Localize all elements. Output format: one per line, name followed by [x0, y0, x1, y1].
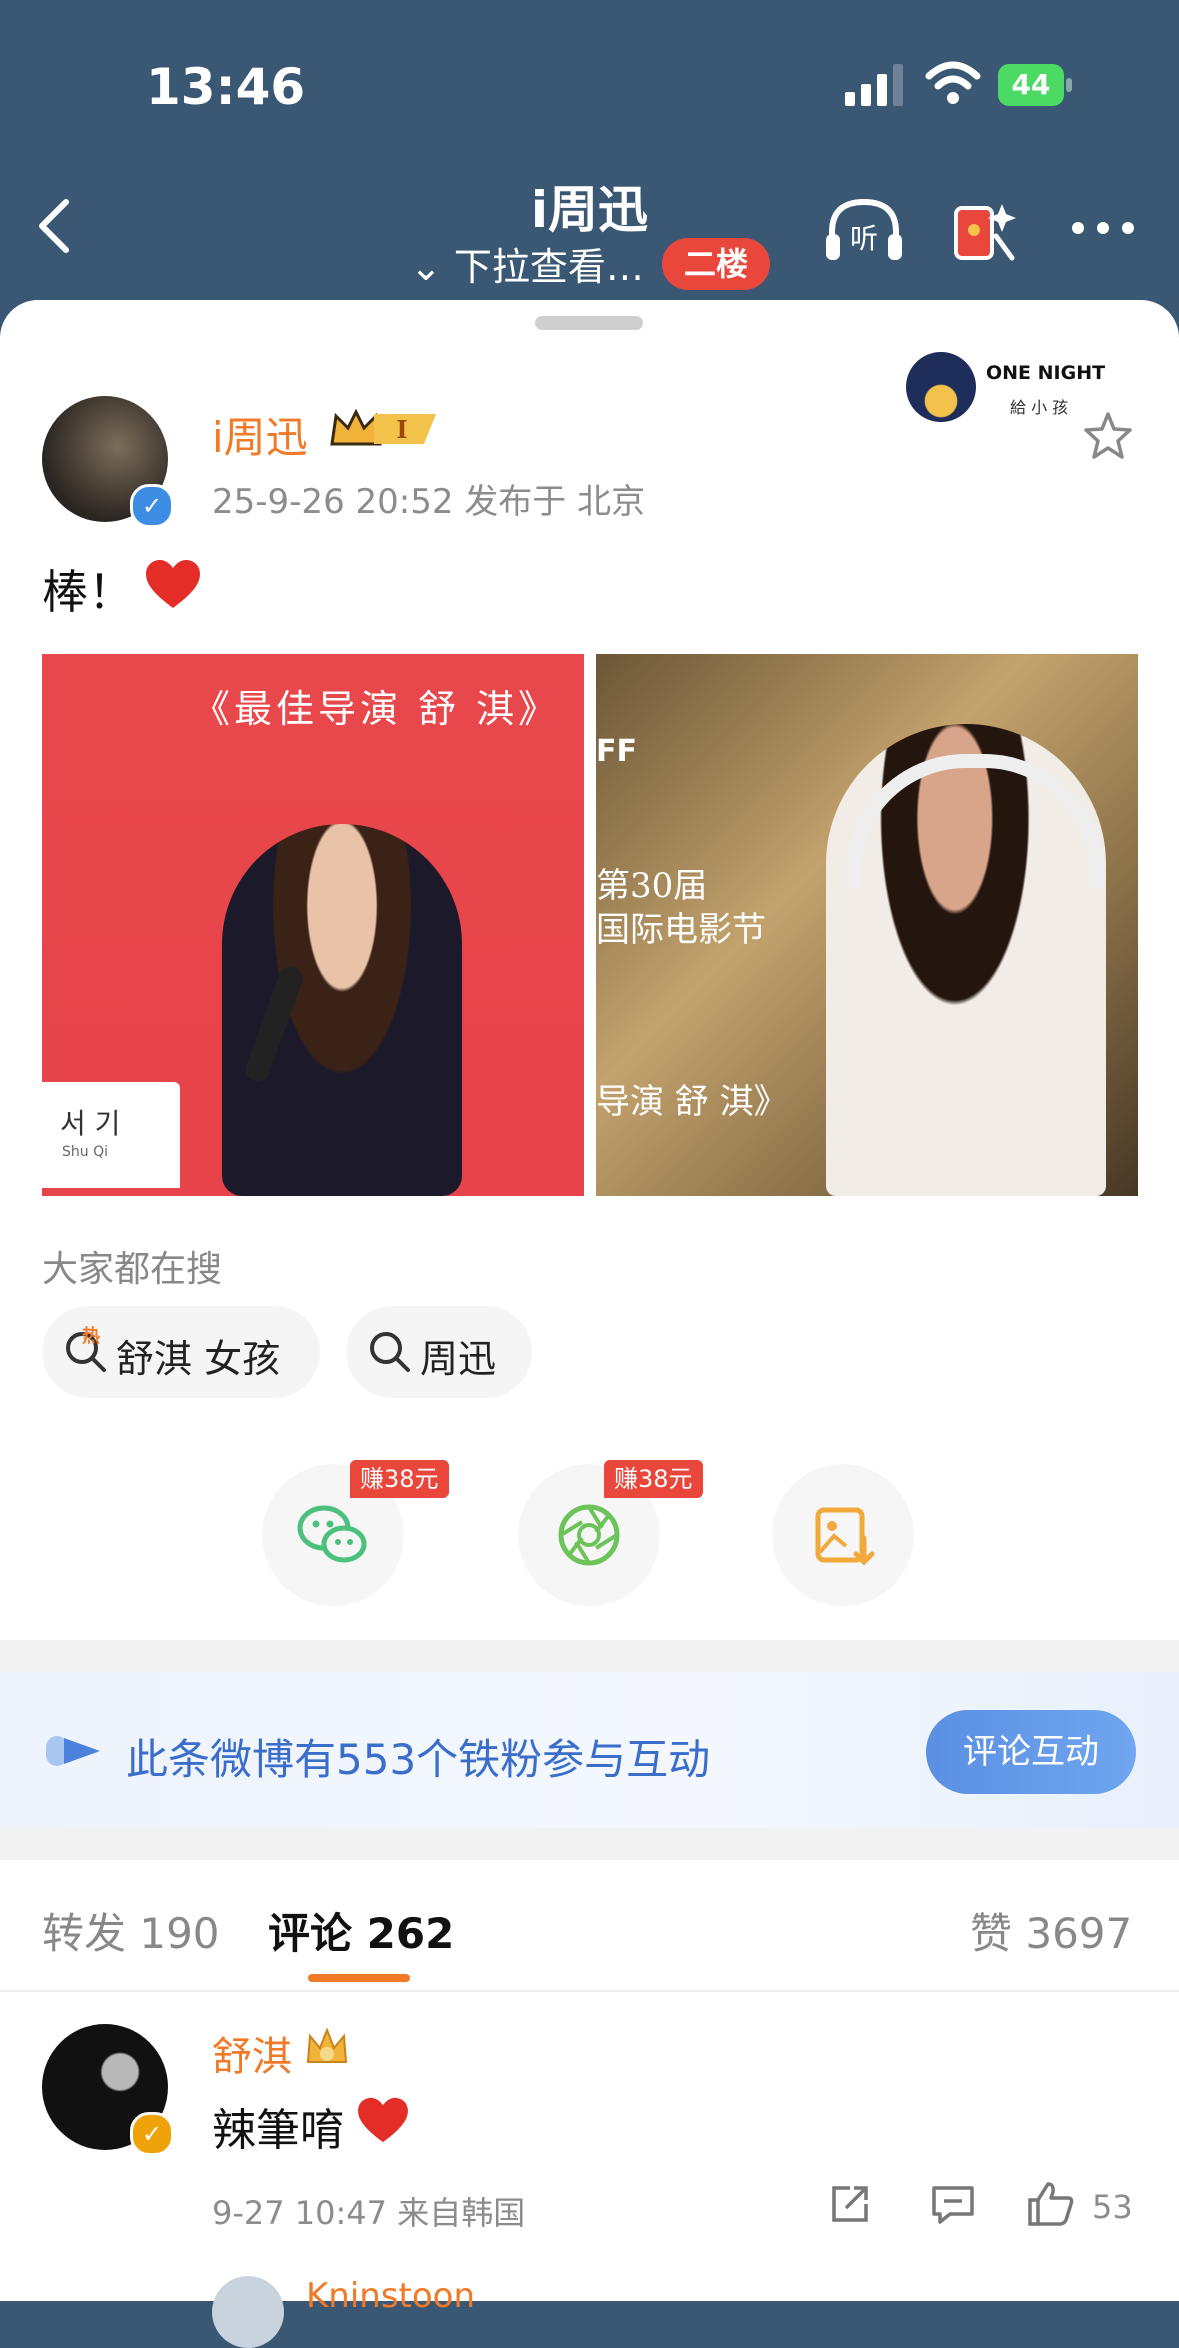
festival-logo: FF [596, 734, 637, 769]
comment-text: 辣筆唷 [212, 2105, 344, 2156]
comment-like-count: 53 [1092, 2188, 1133, 2226]
section-divider [0, 1828, 1179, 1860]
verified-icon: ✓ [130, 2112, 174, 2156]
status-bar: 13:46 44 [0, 0, 1179, 170]
post-text: 棒！ [42, 565, 134, 619]
commenter-name[interactable]: 舒淇 [212, 2024, 292, 2082]
photo-2-caption: 第30届 国际电影节 [596, 866, 766, 950]
next-commenter-name[interactable]: Kninstoon [306, 2276, 475, 2316]
section-divider [0, 1640, 1179, 1672]
drag-handle[interactable] [535, 316, 643, 330]
comment-interact-button[interactable]: 评论互动 [926, 1710, 1136, 1794]
wechat-icon [297, 1505, 367, 1563]
author-name[interactable]: i周迅 [212, 404, 308, 465]
pull-down-label: 下拉查看… [453, 245, 644, 289]
battery-tip [1066, 78, 1072, 92]
battery-level: 44 [998, 64, 1064, 106]
hot-tag: 热 [82, 1326, 100, 1347]
comment-meta: 9-27 10:47 来自韩国 [212, 2194, 526, 2232]
search-chip-label: 周迅 [420, 1337, 497, 1381]
tab-repost[interactable]: 转发 190 [42, 1900, 220, 1961]
wifi-icon [925, 61, 981, 104]
save-image-icon [815, 1507, 875, 1566]
battery-icon: 44 [998, 64, 1074, 106]
heart-emoji-icon [358, 2097, 408, 2143]
vip-crown-badge-icon[interactable]: I [328, 404, 444, 452]
photo-1-caption: 《最佳导演 舒 淇》 [192, 687, 561, 731]
heart-emoji-icon [146, 560, 200, 608]
tab-comment[interactable]: 评论 262 [268, 1900, 454, 1961]
status-time: 13:46 [146, 58, 306, 116]
nameplate: 서 기 Shu Qi [42, 1082, 180, 1188]
nameplate-text: 서 기 [60, 1107, 121, 1140]
verified-icon: ✓ [130, 484, 174, 528]
vip-level: I [396, 415, 407, 444]
nameplate-subtext: Shu Qi [62, 1144, 108, 1160]
fans-play-icon [46, 1736, 100, 1766]
fans-banner-text: 此条微博有553个铁粉参与互动 [126, 1735, 711, 1784]
photo-2-caption-bottom: 导演 舒 淇》 [596, 1082, 788, 1122]
svg-text:听: 听 [850, 222, 878, 255]
reply-icon[interactable] [930, 2184, 976, 2226]
headphones-listen-icon[interactable]: 听 [822, 196, 906, 262]
photo-1-person [222, 824, 462, 1196]
ad-logo[interactable] [906, 352, 976, 422]
star-favorite-icon[interactable] [1082, 410, 1134, 462]
crown-icon [306, 2027, 348, 2063]
second-floor-badge[interactable]: 二楼 [662, 238, 770, 290]
ad-title[interactable]: ONE NIGHT [986, 362, 1105, 384]
post-meta: 25-9-26 20:52 发布于 北京 [212, 482, 646, 522]
earn-badge: 赚38元 [350, 1460, 449, 1498]
save-image-button[interactable] [772, 1464, 914, 1606]
signal-icon [845, 64, 903, 106]
pull-down-hint[interactable]: ⌄ 下拉查看… [410, 236, 644, 291]
post-photo-2[interactable]: FF 第30届 国际电影节 导演 舒 淇》 [596, 654, 1138, 1196]
more-icon[interactable] [1068, 218, 1138, 238]
post-photo-1[interactable]: 《最佳导演 舒 淇》 서 기 Shu Qi [42, 654, 584, 1196]
thumbs-up-icon[interactable] [1026, 2180, 1076, 2228]
search-chip-label: 舒淇 女孩 [116, 1337, 281, 1381]
search-section-label: 大家都在搜 [42, 1249, 223, 1290]
search-chip[interactable]: 周迅 [346, 1306, 532, 1398]
search-chip[interactable]: 热 舒淇 女孩 [42, 1306, 320, 1398]
tab-like[interactable]: 赞 3697 [970, 1900, 1132, 1961]
share-icon[interactable] [828, 2182, 872, 2226]
tab-divider [0, 1990, 1179, 1992]
red-packet-icon[interactable] [950, 196, 1020, 266]
next-commenter-avatar[interactable] [212, 2276, 284, 2348]
search-icon [370, 1332, 410, 1372]
earn-badge: 赚38元 [604, 1460, 703, 1498]
tab-active-indicator [308, 1974, 410, 1982]
ad-subtitle: 給 小 孩 [1010, 398, 1069, 417]
moments-shutter-icon [558, 1504, 620, 1566]
